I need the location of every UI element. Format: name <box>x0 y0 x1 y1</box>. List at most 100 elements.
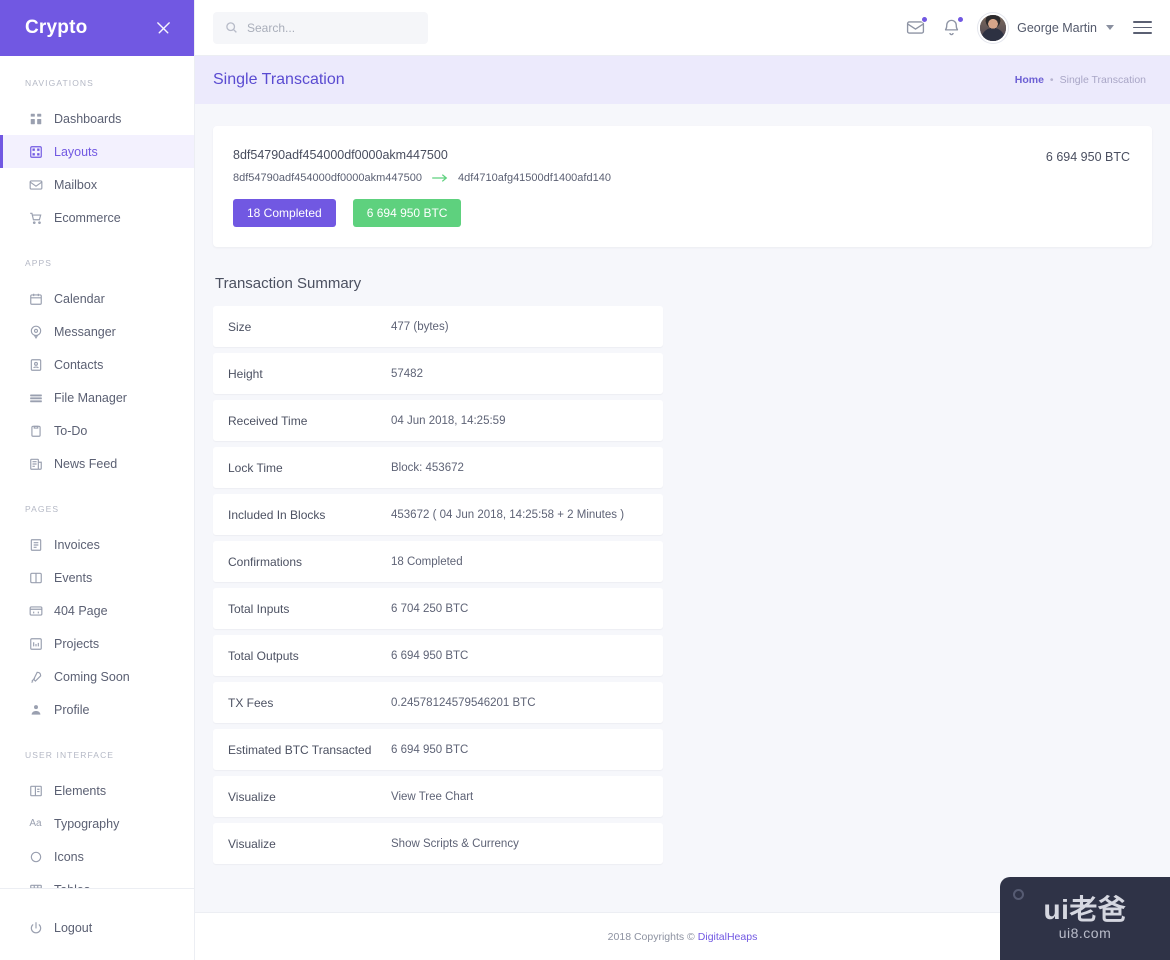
sidebar-item-dashboards[interactable]: Dashboards <box>0 102 194 135</box>
row-label: Lock Time <box>228 460 283 475</box>
sidebar-item-label: Invoices <box>54 537 100 552</box>
bell-icon[interactable] <box>942 16 965 37</box>
page-title: Single Transcation <box>213 71 345 88</box>
sidebar-item-icons[interactable]: Icons <box>0 840 194 873</box>
sidebar-item-messanger[interactable]: Messanger <box>0 315 194 348</box>
sidebar-item-label: Mailbox <box>54 177 98 192</box>
chat-pin-icon <box>28 324 43 339</box>
table-row: Received Time 04 Jun 2018, 14:25:59 <box>213 400 663 441</box>
sidebar-item-label: Ecommerce <box>54 210 121 225</box>
row-label: Estimated BTC Transacted <box>228 742 372 757</box>
circle-icon <box>1013 889 1024 900</box>
sidebar-item-label: Messanger <box>54 324 116 339</box>
sidebar-item-mailbox[interactable]: Mailbox <box>0 168 194 201</box>
sidebar-item-profile[interactable]: Profile <box>0 693 194 726</box>
sidebar-item-tables[interactable]: Tables <box>0 873 194 888</box>
search-box[interactable] <box>213 11 428 44</box>
sidebar-item-label: News Feed <box>54 456 118 471</box>
sidebar-item-label: Layouts <box>54 144 98 159</box>
footer-link[interactable]: DigitalHeaps <box>698 931 758 943</box>
sidebar-item-news-feed[interactable]: News Feed <box>0 447 194 480</box>
transaction-from: 8df54790adf454000df0000akm447500 <box>233 172 423 184</box>
transaction-card: 8df54790adf454000df0000akm447500 8df5479… <box>213 126 1152 247</box>
sidebar-item-events[interactable]: Events <box>0 561 194 594</box>
sidebar-item-ecommerce[interactable]: Ecommerce <box>0 201 194 234</box>
table-row: Visualize View Tree Chart <box>213 776 663 817</box>
sidebar-item-label: Typography <box>54 816 120 831</box>
sidebar-item-label: File Manager <box>54 390 127 405</box>
elements-icon <box>28 783 43 798</box>
row-value[interactable]: Show Scripts & Currency <box>391 838 519 850</box>
sidebar-item-label: Projects <box>54 636 100 651</box>
clipboard-icon <box>28 423 43 438</box>
row-value[interactable]: View Tree Chart <box>391 791 473 803</box>
summary-title: Transaction Summary <box>215 275 362 292</box>
table-row: Confirmations 18 Completed <box>213 541 663 582</box>
row-label: Visualize <box>228 836 276 851</box>
content-area: 8df54790adf454000df0000akm447500 8df5479… <box>195 104 1170 912</box>
mail-icon[interactable] <box>906 16 929 37</box>
nav-section-title: PAGES <box>25 504 60 514</box>
page-header-band: Single Transcation Home • Single Transca… <box>195 56 1170 104</box>
sidebar-item-file-manager[interactable]: File Manager <box>0 381 194 414</box>
sidebar-item-typography[interactable]: Aa Typography <box>0 807 194 840</box>
sidebar-item-logout[interactable]: Logout <box>0 911 194 944</box>
row-value: 0.24578124579546201 BTC <box>391 696 536 709</box>
chevron-down-icon <box>1106 25 1114 30</box>
sidebar-item-layouts[interactable]: Layouts <box>0 135 194 168</box>
row-value: 6 694 950 BTC <box>391 649 469 662</box>
watermark-main-text: ui老爸 <box>1043 894 1127 925</box>
breadcrumb-separator: • <box>1049 74 1054 86</box>
table-row: Total Outputs 6 694 950 BTC <box>213 635 663 676</box>
brand-header: Crypto <box>0 0 194 56</box>
breadcrumb: Home • Single Transcation <box>1015 74 1146 86</box>
sidebar-item-404-page[interactable]: 404 Page <box>0 594 194 627</box>
breadcrumb-home[interactable]: Home <box>1015 74 1044 86</box>
circle-icon <box>28 849 43 864</box>
nav-section-user-interface: USER INTERFACE Elements Aa Typography Ic… <box>0 750 194 888</box>
shopping-cart-icon <box>28 210 43 225</box>
row-value: 6 704 250 BTC <box>391 602 469 615</box>
power-icon <box>28 920 43 935</box>
bell-badge <box>957 16 965 23</box>
row-label: Total Inputs <box>228 601 290 616</box>
top-bar-actions: George Martin <box>906 12 1152 43</box>
folder-icon <box>28 390 43 405</box>
calendar-icon <box>28 291 43 306</box>
row-label: Confirmations <box>228 554 303 569</box>
hamburger-menu-icon[interactable] <box>1133 21 1152 34</box>
sidebar-item-invoices[interactable]: Invoices <box>0 528 194 561</box>
transaction-to: 4df4710afg41500df1400afd140 <box>458 172 611 184</box>
search-icon <box>225 21 238 34</box>
nav-section-title: APPS <box>25 258 53 268</box>
nav-section-title: NAVIGATIONS <box>25 78 94 88</box>
sidebar-item-contacts[interactable]: Contacts <box>0 348 194 381</box>
sidebar-item-elements[interactable]: Elements <box>0 774 194 807</box>
transaction-details: 8df54790adf454000df0000akm447500 8df5479… <box>233 148 611 227</box>
nav-section-apps: APPS Calendar Messanger Contacts File Ma… <box>0 258 194 480</box>
watermark-sub-text: ui8.com <box>1058 925 1112 941</box>
table-row: Height 57482 <box>213 353 663 394</box>
search-input[interactable] <box>247 20 416 35</box>
table-row: Included In Blocks 453672 ( 04 Jun 2018,… <box>213 494 663 535</box>
sidebar-item-projects[interactable]: Projects <box>0 627 194 660</box>
user-icon <box>28 702 43 717</box>
sidebar-item-label: Dashboards <box>54 111 122 126</box>
amount-badge[interactable]: 6 694 950 BTC <box>352 199 462 227</box>
status-badge[interactable]: 18 Completed <box>233 199 336 227</box>
sidebar-item-coming-soon[interactable]: Coming Soon <box>0 660 194 693</box>
row-value: 453672 ( 04 Jun 2018, 14:25:58 + 2 Minut… <box>391 508 625 521</box>
typography-aa-icon: Aa <box>29 818 42 829</box>
sidebar-item-label: Logout <box>54 920 93 935</box>
copyright-text: 2018 Copyrights © <box>607 930 695 943</box>
sidebar-item-calendar[interactable]: Calendar <box>0 282 194 315</box>
sidebar-item-to-do[interactable]: To-Do <box>0 414 194 447</box>
user-menu[interactable]: George Martin <box>978 12 1114 43</box>
contact-card-icon <box>28 357 43 372</box>
sidebar-nav: NAVIGATIONS Dashboards Layouts Mailbox E… <box>0 56 194 888</box>
watermark-overlay: ui老爸 ui8.com <box>1000 877 1170 960</box>
brand-title: Crypto <box>25 17 88 38</box>
tools-icon[interactable] <box>155 20 172 37</box>
sidebar-item-label: Elements <box>54 783 107 798</box>
invoice-icon <box>28 537 43 552</box>
